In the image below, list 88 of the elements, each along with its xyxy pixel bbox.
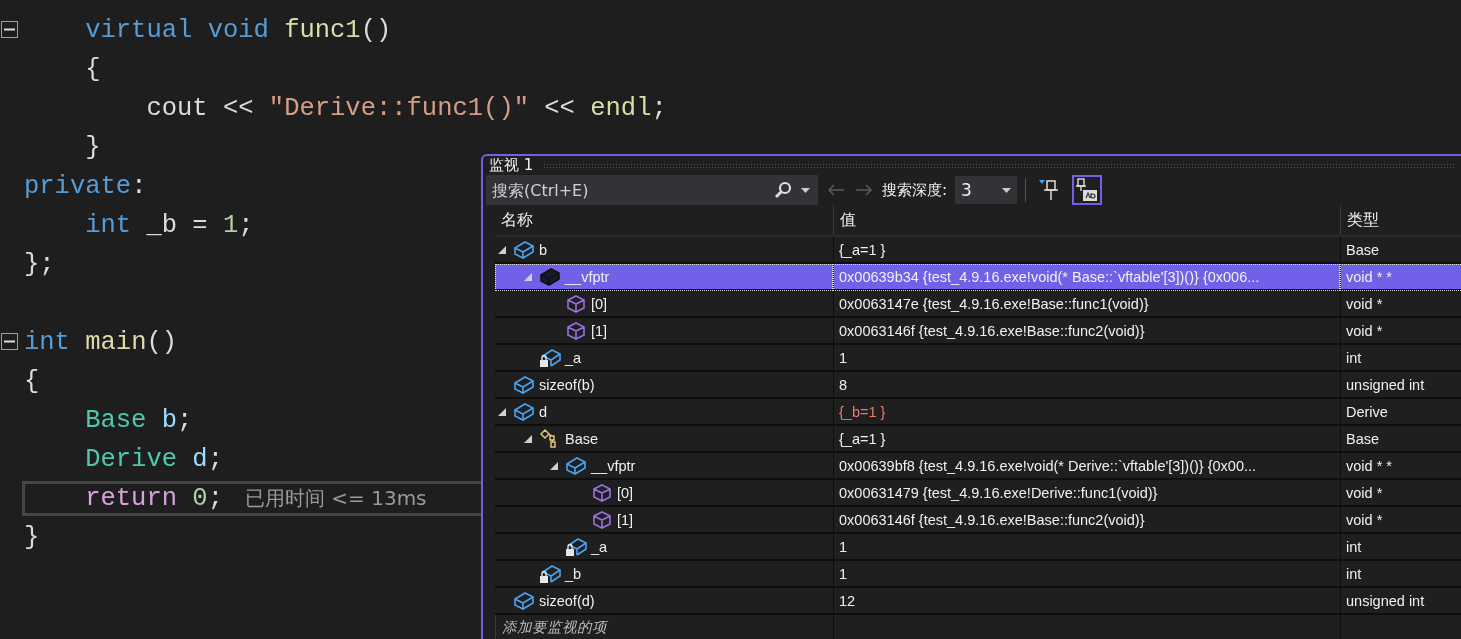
value-cell: 0x0063147e {test_4.9.16.exe!Base::func1(void)} xyxy=(833,291,1340,318)
code-line: } xyxy=(24,523,40,552)
code-line: } xyxy=(84,133,101,162)
box-icon xyxy=(513,589,535,612)
value-cell: 1 xyxy=(833,561,1340,588)
box-icon xyxy=(513,238,535,261)
value-cell: 12 xyxy=(833,588,1340,615)
type-cell: void * xyxy=(1340,507,1461,534)
type-cell: int xyxy=(1340,345,1461,372)
code-line: virtual void func1() xyxy=(84,16,392,45)
type-cell: unsigned int xyxy=(1340,372,1461,399)
column-header[interactable]: 值 xyxy=(833,205,1340,235)
collapse-icon[interactable] xyxy=(1,333,18,350)
tree-row-name[interactable]: _b xyxy=(495,561,833,588)
tree-row-name[interactable]: __vfptr xyxy=(495,264,833,291)
elapsed-time-hint: 已用时间 <= 13ms xyxy=(244,485,427,512)
depth-label: 搜索深度: xyxy=(882,180,948,200)
box-icon xyxy=(513,373,535,396)
type-cell: void * xyxy=(1340,480,1461,507)
type-cell: unsigned int xyxy=(1340,588,1461,615)
value-cell: 0x0063146f {test_4.9.16.exe!Base::func2(void)} xyxy=(833,318,1340,345)
code-line: { xyxy=(84,55,101,84)
cube-icon xyxy=(591,508,613,531)
column-header[interactable]: 名称 xyxy=(495,205,833,235)
code-line: Base b; xyxy=(84,406,193,435)
type-cell: int xyxy=(1340,561,1461,588)
value-cell: {_a=1 } xyxy=(833,235,1340,264)
code-line: }; xyxy=(24,250,55,279)
pin-icon xyxy=(1039,179,1060,201)
code-line: return 0; xyxy=(84,484,223,513)
code-line: Derive d; xyxy=(84,445,223,474)
tree-row-name[interactable]: _a xyxy=(495,534,833,561)
box-icon xyxy=(539,265,561,288)
tree-row-name[interactable]: Base xyxy=(495,426,833,453)
value-cell: 0x00639bf8 {test_4.9.16.exe!void(* Derive::`vftable'[3])()} {0x00... xyxy=(833,453,1340,480)
tree-row-name[interactable]: sizeof(d) xyxy=(495,588,833,615)
pin-text-button[interactable] xyxy=(1072,175,1103,205)
search-icon xyxy=(774,181,792,199)
type-cell: int xyxy=(1340,534,1461,561)
cube-icon xyxy=(591,481,613,504)
pin-text-icon xyxy=(1076,178,1099,202)
cube-icon xyxy=(565,292,587,315)
tree-row-name[interactable]: [1] xyxy=(495,507,833,534)
value-cell: 0x00639b34 {test_4.9.16.exe!void(* Base::`vftable'[3])()} {0x006... xyxy=(833,264,1340,291)
value-cell: {_b=1 } xyxy=(833,399,1340,426)
locked-box-icon xyxy=(539,562,561,585)
type-cell: void * xyxy=(1340,291,1461,318)
expanded-icon[interactable] xyxy=(498,245,506,254)
code-line: { xyxy=(24,367,40,396)
caret-icon[interactable] xyxy=(801,188,810,193)
value-cell: 0x00631479 {test_4.9.16.exe!Derive::func1(void)} xyxy=(833,480,1340,507)
type-cell: void * xyxy=(1340,318,1461,345)
tree-row-name[interactable]: b xyxy=(495,235,833,264)
tree-row-name[interactable]: [0] xyxy=(495,480,833,507)
code-line: int main() xyxy=(24,328,178,357)
tree-row-name[interactable]: sizeof(b) xyxy=(495,372,833,399)
box-icon xyxy=(513,400,535,423)
caret-icon xyxy=(1002,187,1012,193)
type-cell: Base xyxy=(1340,426,1461,453)
tree-row-name[interactable]: [1] xyxy=(495,318,833,345)
value-cell: 0x0063146f {test_4.9.16.exe!Base::func2(void)} xyxy=(833,507,1340,534)
code-line: int _b = 1; xyxy=(84,211,254,240)
value-cell: 1 xyxy=(833,345,1340,372)
panel-title: 监视 1 xyxy=(489,156,534,175)
cube-icon xyxy=(565,319,587,342)
value-cell: 8 xyxy=(833,372,1340,399)
locked-box-icon xyxy=(565,535,587,558)
type-cell: void * * xyxy=(1340,264,1461,291)
column-header[interactable]: 类型 xyxy=(1340,205,1461,235)
collapse-icon[interactable] xyxy=(1,21,18,38)
tree-row-name[interactable]: __vfptr xyxy=(495,453,833,480)
box-icon xyxy=(565,454,587,477)
expanded-icon[interactable] xyxy=(524,434,532,443)
tree-row-name[interactable]: [0] xyxy=(495,291,833,318)
expanded-icon[interactable] xyxy=(498,407,506,416)
expanded-icon[interactable] xyxy=(550,461,558,470)
add-watch-field[interactable]: 添加要监视的项 xyxy=(495,615,833,639)
value-cell: {_a=1 } xyxy=(833,426,1340,453)
search-field[interactable]: 搜索(Ctrl+E) xyxy=(486,175,818,205)
code-line: private: xyxy=(24,172,147,201)
code-line: cout << "Derive::func1()" << endl; xyxy=(145,94,667,123)
tree-row-name[interactable]: d xyxy=(495,399,833,426)
depth-dropdown[interactable]: 3 xyxy=(955,176,1018,204)
type-cell: void * * xyxy=(1340,453,1461,480)
type-cell: Derive xyxy=(1340,399,1461,426)
locked-box-icon xyxy=(539,346,561,369)
tree-row-name[interactable]: _a xyxy=(495,345,833,372)
value-cell: 1 xyxy=(833,534,1340,561)
